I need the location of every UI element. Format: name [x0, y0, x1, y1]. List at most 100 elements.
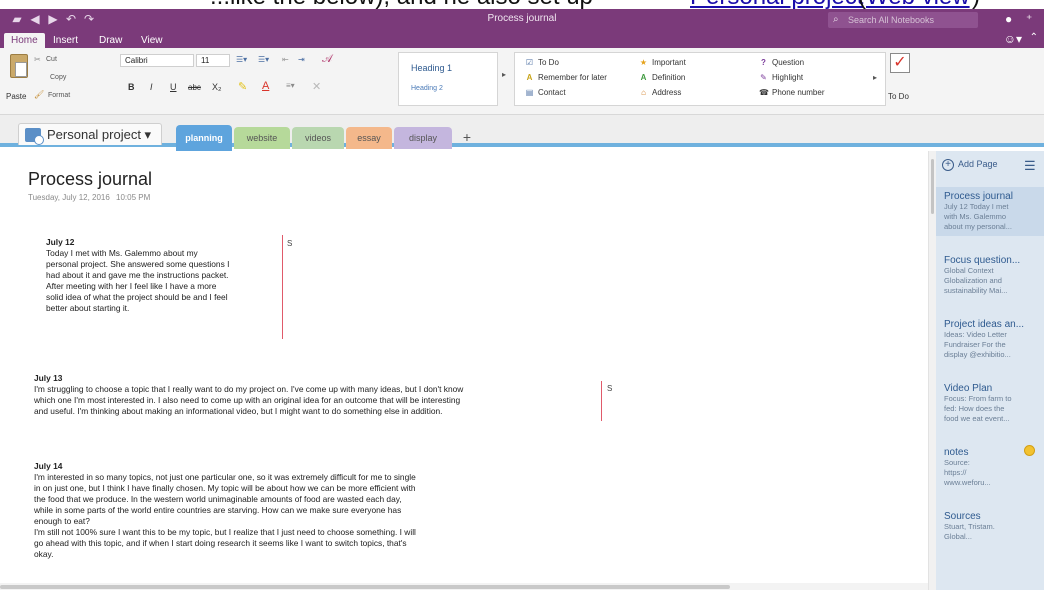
vertical-scrollbar[interactable]: [928, 151, 936, 590]
styles-gallery: Heading 1 Heading 2: [398, 52, 498, 106]
collapse-ribbon-icon[interactable]: ⌃: [1030, 32, 1038, 43]
style-heading-1[interactable]: Heading 1: [411, 63, 452, 73]
section-tab-planning[interactable]: planning: [176, 125, 232, 151]
todo-big-checkbox-icon[interactable]: ✓: [890, 53, 910, 73]
entry-line: solid idea of what the project should be…: [46, 292, 228, 302]
comment-marker[interactable]: S: [287, 239, 292, 248]
tag-remember[interactable]: A Remember for later: [525, 73, 607, 82]
entry-line: personal project. She answered some ques…: [46, 259, 230, 269]
page-item-focus-question[interactable]: Focus question... Global Context Globali…: [936, 251, 1044, 300]
journal-entry-july-12[interactable]: July 12 Today I met with Ms. Galemmo abo…: [46, 237, 229, 314]
entry-line: enough to eat?: [34, 516, 90, 526]
page-item-notes[interactable]: notes Source: https:// www.weforu...: [936, 443, 1044, 492]
page-item-preview: Global...: [944, 532, 972, 541]
section-bar: Personal project ▾ planning website vide…: [0, 115, 1044, 151]
add-section-button[interactable]: +: [458, 127, 476, 147]
page-item-project-ideas[interactable]: Project ideas an... Ideas: Video Letter …: [936, 315, 1044, 364]
page-item-sources[interactable]: Sources Stuart, Tristam. Global...: [936, 507, 1044, 546]
align-icon[interactable]: ≡▾: [286, 81, 295, 90]
copy-button[interactable]: Copy: [50, 74, 66, 81]
pages-pane: + Add Page ☰ Process journal July 12 Toda…: [936, 151, 1044, 590]
question-icon: ?: [761, 58, 766, 67]
page-item-preview: www.weforu...: [944, 478, 991, 487]
styles-more-icon[interactable]: ▸: [502, 70, 506, 79]
font-color-icon[interactable]: A: [262, 80, 269, 92]
strikethrough-button[interactable]: abc: [188, 83, 201, 92]
tag-important[interactable]: ★ Important: [639, 58, 686, 67]
entry-heading: July 14: [34, 461, 63, 471]
subscript-button[interactable]: X₂: [212, 82, 222, 92]
cut-button[interactable]: Cut: [46, 56, 57, 63]
journal-entry-july-13[interactable]: July 13 I'm struggling to choose a topic…: [34, 373, 463, 417]
bullets-icon[interactable]: ☰▾: [236, 55, 247, 64]
paste-button[interactable]: Paste: [6, 92, 26, 101]
page-item-preview: display @exhibitio...: [944, 350, 1011, 359]
add-page-button[interactable]: + Add Page: [942, 159, 998, 171]
page-list-icon[interactable]: ☰: [1024, 158, 1036, 174]
numbering-icon[interactable]: ☰▾: [258, 55, 269, 64]
caption-link-web-view[interactable]: Web view: [866, 0, 970, 9]
font-size-field[interactable]: 11: [196, 54, 230, 67]
highlight-color-icon[interactable]: ✎: [238, 80, 247, 93]
horizontal-scrollbar[interactable]: [0, 583, 928, 590]
underline-button[interactable]: U: [170, 82, 177, 92]
tag-question[interactable]: ? Question: [759, 58, 804, 67]
format-painter-button[interactable]: Format: [48, 92, 70, 99]
tab-draw[interactable]: Draw: [92, 33, 129, 48]
caption-link-personal-project[interactable]: Personal project: [690, 0, 863, 9]
checkbox-icon: ☑: [525, 58, 534, 67]
page-item-process-journal[interactable]: Process journal July 12 Today I met with…: [936, 187, 1044, 236]
indent-icon[interactable]: ⇥: [298, 55, 305, 64]
tag-highlight[interactable]: ✎ Highlight: [759, 73, 803, 82]
tag-definition[interactable]: A Definition: [639, 73, 686, 82]
bold-button[interactable]: B: [128, 82, 135, 92]
horizontal-scroll-thumb[interactable]: [0, 585, 730, 589]
journal-entry-july-14[interactable]: July 14 I'm interested in so many topics…: [34, 461, 416, 560]
tag-phone[interactable]: ☎ Phone number: [759, 88, 824, 97]
style-heading-2[interactable]: Heading 2: [411, 85, 443, 92]
tags-more-icon[interactable]: ▸: [873, 73, 877, 82]
share-icon[interactable]: ⁺: [1026, 12, 1032, 26]
font-name-field[interactable]: Calibri: [120, 54, 194, 67]
clear-format-icon[interactable]: 𝒜: [322, 53, 332, 66]
page-item-preview: fed: How does the: [944, 404, 1005, 413]
page-title[interactable]: Process journal: [28, 169, 152, 190]
remember-icon: A: [526, 73, 533, 82]
feedback-smiley-icon[interactable]: ☺▾: [1004, 32, 1022, 46]
entry-line: while in some parts of the world entire …: [34, 505, 402, 515]
outdent-icon[interactable]: ⇤: [282, 55, 289, 64]
page-canvas[interactable]: Process journal Tuesday, July 12, 2016 1…: [0, 151, 928, 590]
page-item-preview: Source:: [944, 458, 970, 467]
tag-contact[interactable]: ▤ Contact: [525, 88, 566, 97]
page-item-preview: sustainability Mai...: [944, 286, 1008, 295]
tab-view[interactable]: View: [134, 33, 170, 48]
onenote-window: ▰ ◀ ▶ ↶ ↷ Process journal ⌕ Search All N…: [0, 9, 1044, 590]
paste-icon[interactable]: [10, 54, 28, 78]
tag-address[interactable]: ⌂ Address: [639, 88, 681, 97]
italic-button[interactable]: I: [150, 82, 153, 92]
section-tab-display[interactable]: display: [394, 127, 452, 149]
page-item-preview: Fundraiser For the: [944, 340, 1006, 349]
tag-remember-label: Remember for later: [538, 73, 607, 82]
comment-margin-line: [282, 235, 283, 339]
notifications-icon[interactable]: ●: [1005, 12, 1012, 26]
search-input[interactable]: ⌕ Search All Notebooks: [828, 12, 978, 28]
comment-marker[interactable]: S: [607, 384, 612, 393]
clear-icon[interactable]: ✕: [312, 80, 321, 93]
tab-insert[interactable]: Insert: [46, 33, 85, 48]
page-item-video-plan[interactable]: Video Plan Focus: From farm to fed: How …: [936, 379, 1044, 428]
entry-heading: July 12: [46, 237, 75, 247]
vertical-scroll-thumb[interactable]: [931, 159, 934, 214]
section-tab-essay[interactable]: essay: [346, 127, 392, 149]
notebook-selector[interactable]: Personal project ▾: [18, 123, 163, 145]
tag-todo[interactable]: ☑ To Do: [525, 58, 559, 67]
section-tab-videos[interactable]: videos: [292, 127, 344, 149]
section-tab-website[interactable]: website: [234, 127, 290, 149]
entry-line: go ahead with this topic, and if when I …: [34, 538, 407, 548]
page-item-preview: Stuart, Tristam.: [944, 522, 995, 531]
definition-icon: A: [640, 73, 647, 82]
tab-home[interactable]: Home: [4, 33, 45, 48]
todo-big-button[interactable]: To Do: [888, 92, 909, 101]
entry-line: had about it and gave me the instruction…: [46, 270, 229, 280]
page-item-title: Focus question...: [944, 255, 1021, 266]
